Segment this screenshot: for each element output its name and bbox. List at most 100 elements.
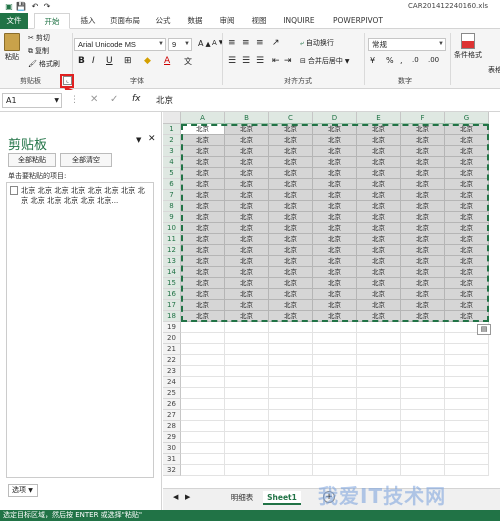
cell[interactable]: 北京 (269, 267, 313, 278)
cell[interactable] (401, 421, 445, 432)
row-header[interactable]: 32 (163, 465, 181, 476)
cell[interactable] (357, 410, 401, 421)
cell[interactable] (269, 366, 313, 377)
cell[interactable]: 北京 (401, 157, 445, 168)
cell[interactable] (401, 333, 445, 344)
cell[interactable] (225, 344, 269, 355)
cell[interactable]: 北京 (225, 201, 269, 212)
row-header[interactable]: 9 (163, 212, 181, 223)
paste-options-icon[interactable]: ▤ (477, 324, 491, 335)
cell[interactable]: 北京 (269, 212, 313, 223)
font-size-select[interactable]: 9 ▼ (168, 38, 192, 51)
cell[interactable]: 北京 (269, 256, 313, 267)
cell[interactable]: 北京 (269, 289, 313, 300)
cell[interactable]: 北京 (445, 190, 489, 201)
row-header[interactable]: 10 (163, 223, 181, 234)
cell[interactable]: 北京 (357, 201, 401, 212)
fill-color-icon[interactable]: ◆ (144, 56, 151, 66)
cell[interactable] (445, 377, 489, 388)
cell[interactable] (181, 366, 225, 377)
row-header[interactable]: 29 (163, 432, 181, 443)
cell[interactable] (357, 454, 401, 465)
cell[interactable] (269, 421, 313, 432)
comma-icon[interactable]: , (400, 56, 403, 65)
cell[interactable]: 北京 (357, 124, 401, 135)
cell[interactable]: 北京 (269, 201, 313, 212)
cell[interactable]: 北京 (313, 190, 357, 201)
row-header[interactable]: 7 (163, 190, 181, 201)
cell[interactable]: 北京 (225, 256, 269, 267)
cell[interactable] (445, 432, 489, 443)
cell[interactable] (401, 432, 445, 443)
next-sheet-icon[interactable]: ▶ (185, 493, 190, 501)
cell[interactable]: 北京 (269, 168, 313, 179)
tab-page-layout[interactable]: 页面布局 (106, 13, 144, 29)
cell[interactable]: 北京 (269, 179, 313, 190)
align-left-icon[interactable]: ☰ (228, 56, 236, 66)
cell[interactable] (181, 399, 225, 410)
conditional-format-button[interactable]: 条件格式 (454, 33, 482, 60)
cell[interactable]: 北京 (401, 212, 445, 223)
cell[interactable] (269, 333, 313, 344)
cell[interactable] (313, 355, 357, 366)
cell[interactable] (445, 344, 489, 355)
cell[interactable]: 北京 (445, 212, 489, 223)
sheet-tab-mingxibiao[interactable]: 明细表 (223, 491, 261, 505)
cell[interactable] (181, 421, 225, 432)
cell[interactable] (269, 399, 313, 410)
cell[interactable] (357, 432, 401, 443)
cell[interactable]: 北京 (357, 146, 401, 157)
cell[interactable] (445, 366, 489, 377)
cell[interactable] (445, 355, 489, 366)
column-header[interactable]: D (313, 112, 357, 124)
cell[interactable]: 北京 (313, 234, 357, 245)
row-header[interactable]: 12 (163, 245, 181, 256)
row-header[interactable]: 5 (163, 168, 181, 179)
cell[interactable] (445, 465, 489, 476)
cell[interactable]: 北京 (225, 146, 269, 157)
cell[interactable]: 北京 (357, 256, 401, 267)
cell[interactable] (357, 421, 401, 432)
cell[interactable] (401, 355, 445, 366)
cell[interactable]: 北京 (357, 135, 401, 146)
cell[interactable] (181, 344, 225, 355)
row-header[interactable]: 17 (163, 300, 181, 311)
row-header[interactable]: 31 (163, 454, 181, 465)
cell[interactable]: 北京 (401, 245, 445, 256)
cell[interactable]: 北京 (445, 278, 489, 289)
row-header[interactable]: 19 (163, 322, 181, 333)
cell[interactable]: 北京 (401, 179, 445, 190)
fx-button[interactable]: fx (132, 94, 141, 104)
cell[interactable]: 北京 (357, 157, 401, 168)
number-format-select[interactable]: 常规 ▼ (368, 38, 446, 51)
cell[interactable]: 北京 (357, 179, 401, 190)
row-header[interactable]: 24 (163, 377, 181, 388)
cell[interactable] (225, 443, 269, 454)
cell[interactable]: 北京 (313, 245, 357, 256)
cell[interactable] (181, 377, 225, 388)
copy-button[interactable]: ⧉ 复制 (28, 46, 49, 56)
underline-button[interactable]: U (106, 56, 113, 66)
cell[interactable]: 北京 (357, 223, 401, 234)
cell[interactable] (313, 410, 357, 421)
cell[interactable]: 北京 (445, 135, 489, 146)
align-right-icon[interactable]: ☰ (256, 56, 264, 66)
clipboard-item[interactable]: 北京 北京 北京 北京 北京 北京 北京 北京 北京 北京 北京 北京 北京..… (6, 182, 154, 478)
cell[interactable] (225, 421, 269, 432)
phonetic-icon[interactable]: 文 (184, 56, 192, 67)
cell[interactable]: 北京 (445, 234, 489, 245)
cell[interactable]: 北京 (401, 267, 445, 278)
cell[interactable] (225, 366, 269, 377)
align-middle-icon[interactable]: ≡ (242, 38, 250, 48)
enter-icon[interactable]: ✓ (110, 94, 118, 105)
cell[interactable] (357, 377, 401, 388)
cell[interactable]: 北京 (269, 245, 313, 256)
row-header[interactable]: 16 (163, 289, 181, 300)
save-icon[interactable]: 💾 (16, 1, 26, 11)
cell[interactable]: 北京 (225, 212, 269, 223)
cell[interactable] (225, 388, 269, 399)
cell[interactable]: 北京 (225, 135, 269, 146)
cell[interactable] (357, 333, 401, 344)
cell[interactable] (401, 377, 445, 388)
decrease-decimal-icon[interactable]: .00 (428, 56, 439, 64)
